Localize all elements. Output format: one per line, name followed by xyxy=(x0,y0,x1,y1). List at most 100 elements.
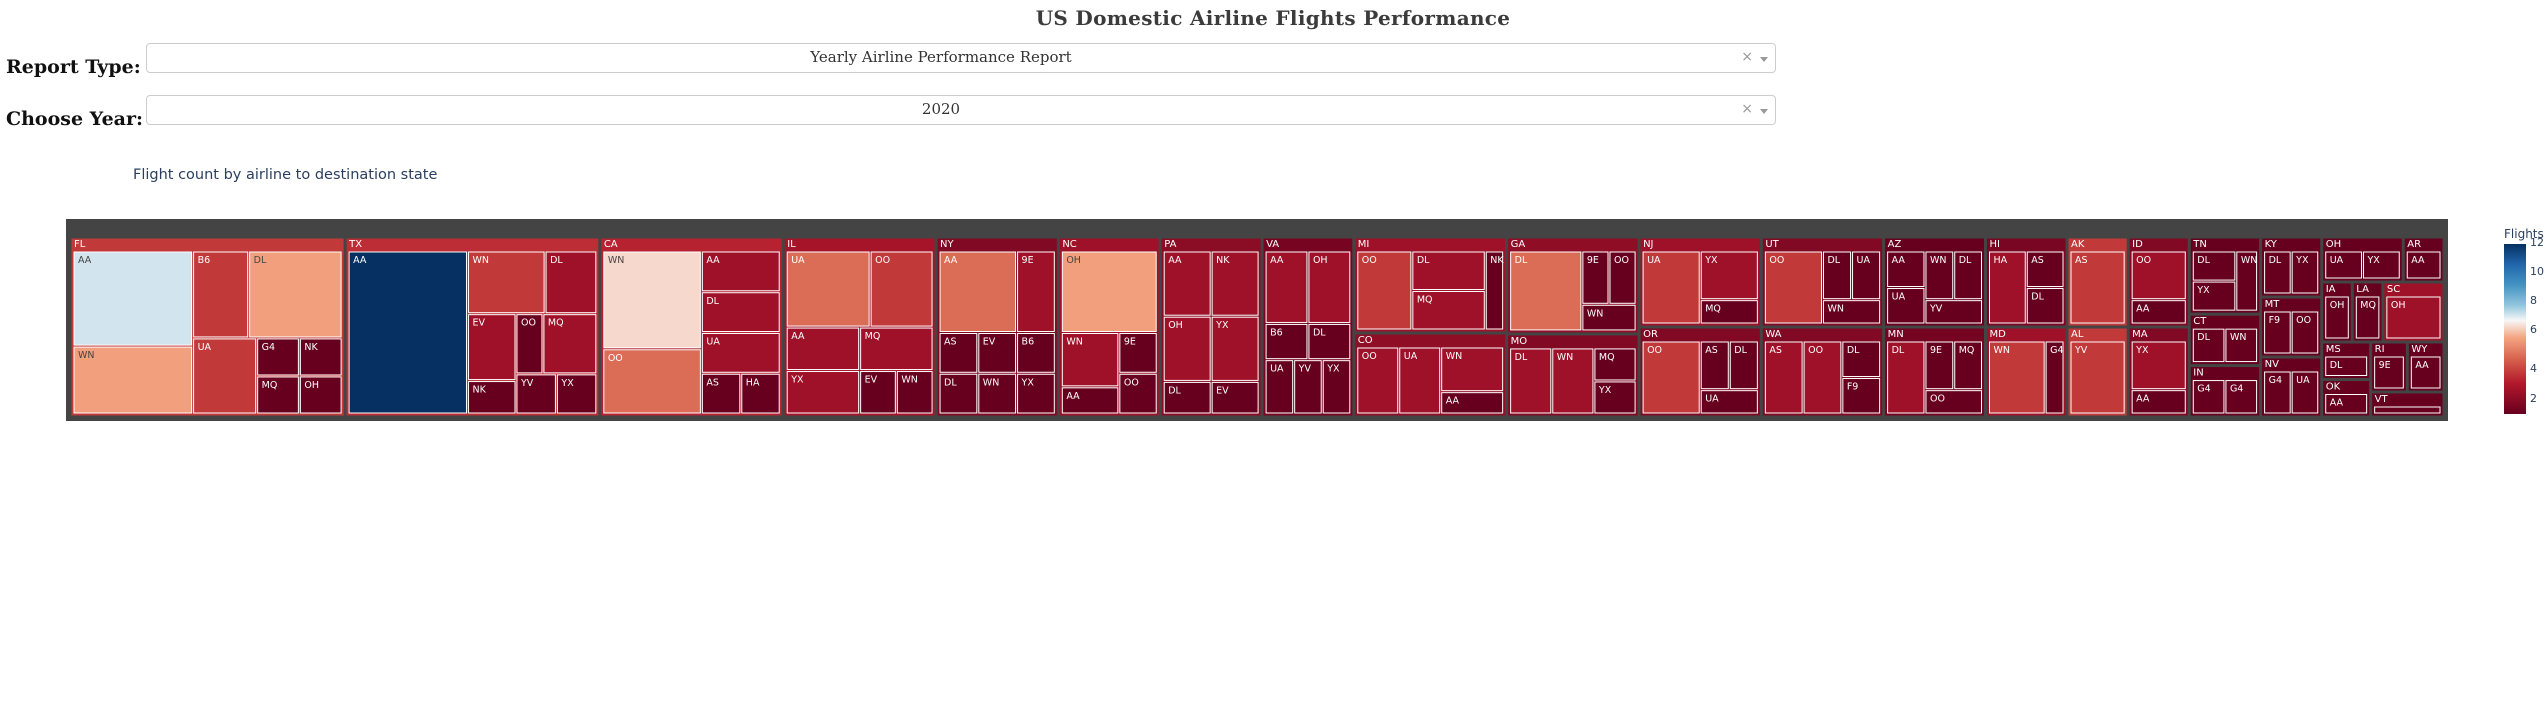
airline-label: MQ xyxy=(865,331,881,342)
airline-label: DL xyxy=(254,255,267,266)
clear-icon[interactable]: × xyxy=(1741,101,1753,117)
state-label: VA xyxy=(1266,239,1279,250)
airline-label: OO xyxy=(1124,377,1139,388)
airline-label: UA xyxy=(1892,292,1906,303)
state-label: HI xyxy=(1990,239,2000,250)
chevron-down-icon[interactable] xyxy=(1760,109,1768,114)
chart-caption: Flight count by airline to destination s… xyxy=(133,167,438,183)
airline-label: UA xyxy=(1705,394,1719,405)
airline-label: UA xyxy=(706,337,720,348)
state-label: LA xyxy=(2356,284,2369,295)
airline-label: AS xyxy=(1705,345,1718,356)
airline-label: WN xyxy=(983,377,1000,388)
airline-label: WN xyxy=(1557,352,1574,363)
state-label: IL xyxy=(787,239,796,250)
airline-label: AS xyxy=(2075,255,2088,266)
state-label: KY xyxy=(2265,239,2278,250)
state-label: CT xyxy=(2193,316,2207,327)
airline-label: OO xyxy=(1647,345,1662,356)
airline-tile xyxy=(603,251,701,349)
airline-label: AA xyxy=(1270,255,1284,266)
state-label: NJ xyxy=(1643,239,1653,250)
airline-label: UA xyxy=(2296,375,2310,386)
airline-label: HA xyxy=(1994,255,2008,266)
airline-label: G4 xyxy=(2230,384,2243,395)
airline-label: AA xyxy=(706,255,720,266)
airline-label: AA xyxy=(2136,304,2150,315)
treemap-chart: FL AA WN B6 DL UA G4 MQ NK OH TX AA WN DL EV NK OO MQ YV YX… xyxy=(66,219,2448,421)
airline-label: G4 xyxy=(2050,345,2063,356)
airline-label: OO xyxy=(1362,255,1377,266)
airline-label: DL xyxy=(1959,255,1972,266)
airline-label: UA xyxy=(1404,351,1418,362)
airline-label: OO xyxy=(1362,351,1377,362)
airline-label: WN xyxy=(2230,332,2247,343)
year-dropdown[interactable]: 2020 × xyxy=(146,95,1776,125)
airline-label: DL xyxy=(1417,255,1430,266)
year-label: Choose Year: xyxy=(6,108,144,130)
year-value: 2020 xyxy=(921,100,961,118)
state-label: OK xyxy=(2326,382,2341,393)
report-type-dropdown[interactable]: Yearly Airline Performance Report × xyxy=(146,43,1776,73)
airline-label: WN xyxy=(2241,255,2258,266)
airline-label: YV xyxy=(520,378,534,389)
airline-label: OO xyxy=(1769,255,1784,266)
colorbar-tick: 10 xyxy=(2530,265,2544,278)
airline-label: NK xyxy=(1490,255,1504,266)
airline-label: MQ xyxy=(1599,352,1615,363)
airline-label: F9 xyxy=(2269,315,2281,326)
state-label: ID xyxy=(2132,239,2143,250)
airline-label: OH xyxy=(2330,300,2345,311)
airline-label: MQ xyxy=(2360,300,2376,311)
airline-label: YX xyxy=(560,378,574,389)
airline-label: UA xyxy=(198,342,212,353)
airline-label: DL xyxy=(1847,345,1860,356)
airline-tile xyxy=(73,251,193,346)
state-label: CA xyxy=(604,239,618,250)
state-label: MT xyxy=(2265,299,2281,310)
airline-label: NK xyxy=(472,385,486,396)
airline-label: YX xyxy=(1021,377,1035,388)
airline-label: AA xyxy=(1892,255,1906,266)
state-label: MD xyxy=(1990,329,2007,340)
airline-label: OH xyxy=(2391,300,2406,311)
airline-label: DL xyxy=(2197,255,2210,266)
state-label: VT xyxy=(2375,394,2389,405)
report-type-label: Report Type: xyxy=(6,56,141,78)
airline-tile xyxy=(348,251,467,414)
airline-label: DL xyxy=(706,296,719,307)
airline-label: WN xyxy=(78,350,95,361)
colorbar-tick: 12 xyxy=(2530,236,2544,249)
state-label: AK xyxy=(2071,239,2085,250)
state-label: AR xyxy=(2407,239,2421,250)
airline-label: 9E xyxy=(1930,345,1942,356)
airline-label: EV xyxy=(1216,385,1229,396)
state-label: NV xyxy=(2265,359,2279,370)
airline-label: DL xyxy=(1734,345,1747,356)
airline-label: WN xyxy=(1066,337,1083,348)
airline-label: 9E xyxy=(1022,255,1034,266)
airline-label: OO xyxy=(1808,345,1823,356)
airline-label: WN xyxy=(1446,351,1463,362)
airline-label: AA xyxy=(1066,391,1080,402)
airline-label: EV xyxy=(865,375,878,386)
state-label: MI xyxy=(1358,239,1370,250)
airline-label: G4 xyxy=(2269,375,2282,386)
clear-icon[interactable]: × xyxy=(1741,49,1753,65)
airline-label: YX xyxy=(2135,345,2149,356)
page-title: US Domestic Airline Flights Performance xyxy=(1035,6,1511,30)
colorbar-tick: 4 xyxy=(2530,362,2537,375)
colorbar xyxy=(2504,244,2526,414)
airline-label: G4 xyxy=(262,342,275,353)
airline-label: YX xyxy=(1215,320,1229,331)
airline-label: WN xyxy=(901,375,918,386)
airline-label: 9E xyxy=(1587,255,1599,266)
airline-label: AA xyxy=(2415,360,2429,371)
chevron-down-icon[interactable] xyxy=(1760,57,1768,62)
airline-label: DL xyxy=(1892,345,1905,356)
airline-label: OO xyxy=(2296,315,2311,326)
airline-label: OO xyxy=(875,255,890,266)
airline-label: OO xyxy=(2136,255,2151,266)
airline-label: DL xyxy=(1515,255,1528,266)
colorbar-tick: 8 xyxy=(2530,294,2537,307)
